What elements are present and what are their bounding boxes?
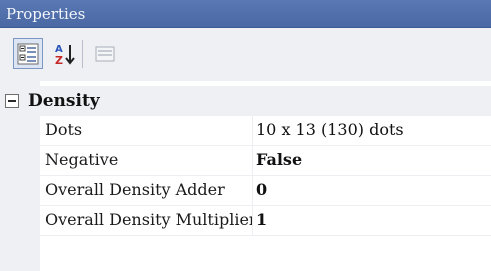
property-value[interactable]: False xyxy=(256,146,302,175)
property-row[interactable]: Dots 10 x 13 (130) dots xyxy=(40,116,491,146)
property-row[interactable]: Overall Density Adder 0 xyxy=(40,176,491,206)
property-pages-button[interactable] xyxy=(90,38,120,69)
panel-title: Properties xyxy=(6,5,86,23)
property-grid: Density Dots 10 x 13 (130) dots Negative… xyxy=(0,81,491,271)
property-row[interactable]: Negative False xyxy=(40,146,491,176)
property-name: Overall Density Multiplier xyxy=(40,206,253,235)
categorized-icon xyxy=(17,43,39,64)
property-value[interactable]: 1 xyxy=(256,206,267,235)
property-name: Overall Density Adder xyxy=(40,176,253,205)
collapse-icon[interactable] xyxy=(5,94,19,108)
categorized-button[interactable] xyxy=(13,38,43,69)
property-row[interactable]: Overall Density Multiplier 1 xyxy=(40,206,491,236)
property-pages-icon xyxy=(95,46,115,61)
property-value[interactable]: 0 xyxy=(256,176,267,205)
alphabetical-sort-button[interactable]: A Z xyxy=(50,38,80,69)
property-name: Dots xyxy=(40,116,253,145)
properties-toolbar: A Z xyxy=(0,28,491,81)
property-name: Negative xyxy=(40,146,253,175)
svg-text:Z: Z xyxy=(55,54,63,66)
sort-az-icon: A Z xyxy=(55,44,75,66)
property-value[interactable]: 10 x 13 (130) dots xyxy=(256,116,404,145)
toolbar-separator xyxy=(82,40,83,68)
category-label: Density xyxy=(28,91,100,111)
category-row-density[interactable]: Density xyxy=(0,86,491,116)
properties-title-bar: Properties xyxy=(0,0,491,28)
